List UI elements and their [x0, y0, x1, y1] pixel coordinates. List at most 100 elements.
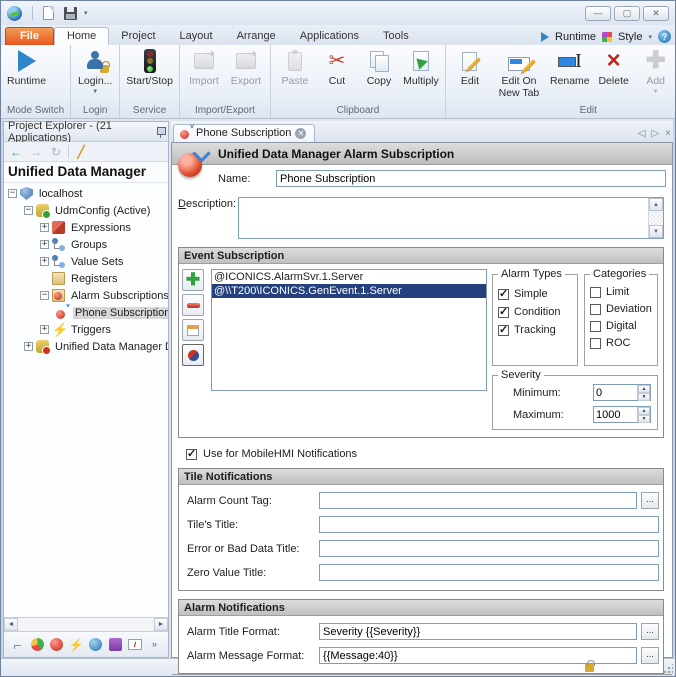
- collapse-icon[interactable]: −: [40, 291, 49, 300]
- spin-down-icon[interactable]: ▼: [638, 415, 650, 423]
- name-input[interactable]: [276, 170, 666, 187]
- add-button[interactable]: ✚ Add ▼: [635, 46, 676, 105]
- server-list-item[interactable]: @\\T200\ICONICS.GenEvent.1.Server: [212, 284, 486, 298]
- tab-close-icon[interactable]: ✕: [295, 128, 306, 139]
- collapse-icon[interactable]: −: [24, 206, 33, 215]
- minimum-input[interactable]: [594, 385, 637, 400]
- zero-value-title-input[interactable]: [319, 564, 659, 581]
- checkbox-digital[interactable]: Digital: [590, 320, 652, 332]
- edit-button[interactable]: Edit: [449, 46, 491, 105]
- server-list-item[interactable]: @ICONICS.AlarmSvr.1.Server: [212, 270, 486, 284]
- spin-down-icon[interactable]: ▼: [638, 393, 650, 401]
- style-dropdown-icon[interactable]: ▾: [648, 33, 652, 41]
- tree-item-alarm-subscriptions[interactable]: − Alarm Subscriptions: [40, 287, 168, 304]
- rename-button[interactable]: Rename: [547, 46, 593, 105]
- checkbox-icon[interactable]: [590, 338, 601, 349]
- globe-icon[interactable]: [88, 637, 104, 653]
- back-button[interactable]: ←: [8, 145, 24, 159]
- pin-icon[interactable]: [156, 126, 164, 138]
- checkbox-simple[interactable]: Simple: [498, 288, 572, 300]
- forward-button[interactable]: →: [28, 145, 44, 159]
- app-logo-icon[interactable]: [7, 6, 22, 21]
- drafting-compass-icon[interactable]: [10, 637, 26, 653]
- help-button[interactable]: ?: [658, 30, 671, 43]
- tab-project[interactable]: Project: [109, 28, 167, 45]
- horizontal-scrollbar[interactable]: ◄ ►: [4, 617, 168, 631]
- checkbox-icon[interactable]: [498, 289, 509, 300]
- tree-item-expressions[interactable]: + Expressions: [40, 219, 168, 236]
- checkbox-icon[interactable]: [590, 287, 601, 298]
- tree-item-localhost[interactable]: − localhost: [8, 185, 168, 202]
- start-stop-button[interactable]: Start/Stop: [123, 46, 176, 105]
- gauge-icon[interactable]: [29, 637, 45, 653]
- edit-on-new-tab-button[interactable]: Edit On New Tab: [491, 46, 547, 105]
- scrollbar-track[interactable]: [18, 618, 154, 631]
- checkbox-condition[interactable]: Condition: [498, 306, 572, 318]
- chart-icon[interactable]: [127, 637, 143, 653]
- server-browse-button[interactable]: [182, 344, 204, 366]
- checkbox-tracking[interactable]: Tracking: [498, 324, 572, 336]
- minimize-button[interactable]: —: [585, 6, 611, 21]
- browse-button[interactable]: ...: [641, 647, 659, 664]
- browse-button[interactable]: ...: [641, 492, 659, 509]
- tab-scroll-left-icon[interactable]: ◁: [638, 128, 646, 139]
- restore-button[interactable]: ▢: [614, 6, 640, 21]
- spin-up-icon[interactable]: ▲: [638, 385, 650, 393]
- chevron-down-icon[interactable]: ▼: [92, 89, 98, 96]
- delete-button[interactable]: × Delete: [593, 46, 635, 105]
- copy-button[interactable]: Copy: [358, 46, 400, 105]
- tab-arrange[interactable]: Arrange: [225, 28, 288, 45]
- overflow-chevron-icon[interactable]: »: [146, 637, 162, 653]
- checkbox-icon[interactable]: [590, 321, 601, 332]
- tab-applications[interactable]: Applications: [288, 28, 371, 45]
- tab-layout[interactable]: Layout: [168, 28, 225, 45]
- tree-item-udmconfig[interactable]: − UdmConfig (Active): [24, 202, 168, 219]
- export-button[interactable]: Export: [225, 46, 267, 105]
- checkbox-icon[interactable]: [498, 307, 509, 318]
- tab-home[interactable]: Home: [54, 27, 109, 45]
- alarm-title-format-input[interactable]: [319, 623, 637, 640]
- checkbox-icon[interactable]: [498, 325, 509, 336]
- scroll-right-icon[interactable]: ►: [154, 618, 168, 631]
- tab-phone-subscription[interactable]: Phone Subscription ✕: [173, 124, 315, 142]
- runtime-button[interactable]: Runtime: [4, 46, 49, 105]
- grid-app-icon[interactable]: [107, 637, 123, 653]
- expand-icon[interactable]: +: [40, 240, 49, 249]
- tab-file[interactable]: File: [5, 27, 54, 45]
- alarm-count-tag-input[interactable]: [319, 492, 637, 509]
- style-menu[interactable]: Style: [618, 31, 642, 43]
- minimum-spinner[interactable]: ▲▼: [593, 384, 651, 401]
- description-scrollbar[interactable]: ▲ ▼: [648, 198, 663, 238]
- import-button[interactable]: Import: [183, 46, 225, 105]
- tab-scroll-right-icon[interactable]: ▷: [651, 128, 659, 139]
- refresh-button[interactable]: ↻: [48, 145, 64, 159]
- multiply-button[interactable]: Multiply: [400, 46, 442, 105]
- expand-icon[interactable]: +: [40, 223, 49, 232]
- new-document-button[interactable]: [38, 4, 58, 22]
- tab-tools[interactable]: Tools: [371, 28, 421, 45]
- checkbox-limit[interactable]: Limit: [590, 286, 652, 298]
- tree-item-udm-database[interactable]: + Unified Data Manager Datab: [24, 338, 168, 355]
- tree-item-value-sets[interactable]: + Value Sets: [40, 253, 168, 270]
- collapse-icon[interactable]: −: [8, 189, 17, 198]
- quick-access-dropdown[interactable]: ▾: [84, 9, 88, 17]
- error-title-input[interactable]: [319, 540, 659, 557]
- tree-item-registers[interactable]: Registers: [40, 270, 168, 287]
- alarm-sphere-icon[interactable]: [49, 637, 65, 653]
- checkbox-deviation[interactable]: Deviation: [590, 303, 652, 315]
- maximum-spinner[interactable]: ▲▼: [593, 406, 651, 423]
- login-button[interactable]: Login... ▼: [74, 46, 116, 105]
- lightning-icon[interactable]: ⚡: [68, 637, 84, 653]
- runtime-toggle[interactable]: Runtime: [555, 31, 596, 43]
- tiles-title-input[interactable]: [319, 516, 659, 533]
- scroll-down-icon[interactable]: ▼: [649, 225, 663, 238]
- spin-up-icon[interactable]: ▲: [638, 407, 650, 415]
- close-button[interactable]: ✕: [643, 6, 669, 21]
- expand-icon[interactable]: +: [40, 325, 49, 334]
- edit-pencil-button[interactable]: ╱: [73, 145, 89, 159]
- checkbox-icon[interactable]: [590, 304, 601, 315]
- browse-button[interactable]: ...: [641, 623, 659, 640]
- checkbox-icon[interactable]: [186, 449, 197, 460]
- cut-button[interactable]: ✂ Cut: [316, 46, 358, 105]
- checkbox-roc[interactable]: ROC: [590, 337, 652, 349]
